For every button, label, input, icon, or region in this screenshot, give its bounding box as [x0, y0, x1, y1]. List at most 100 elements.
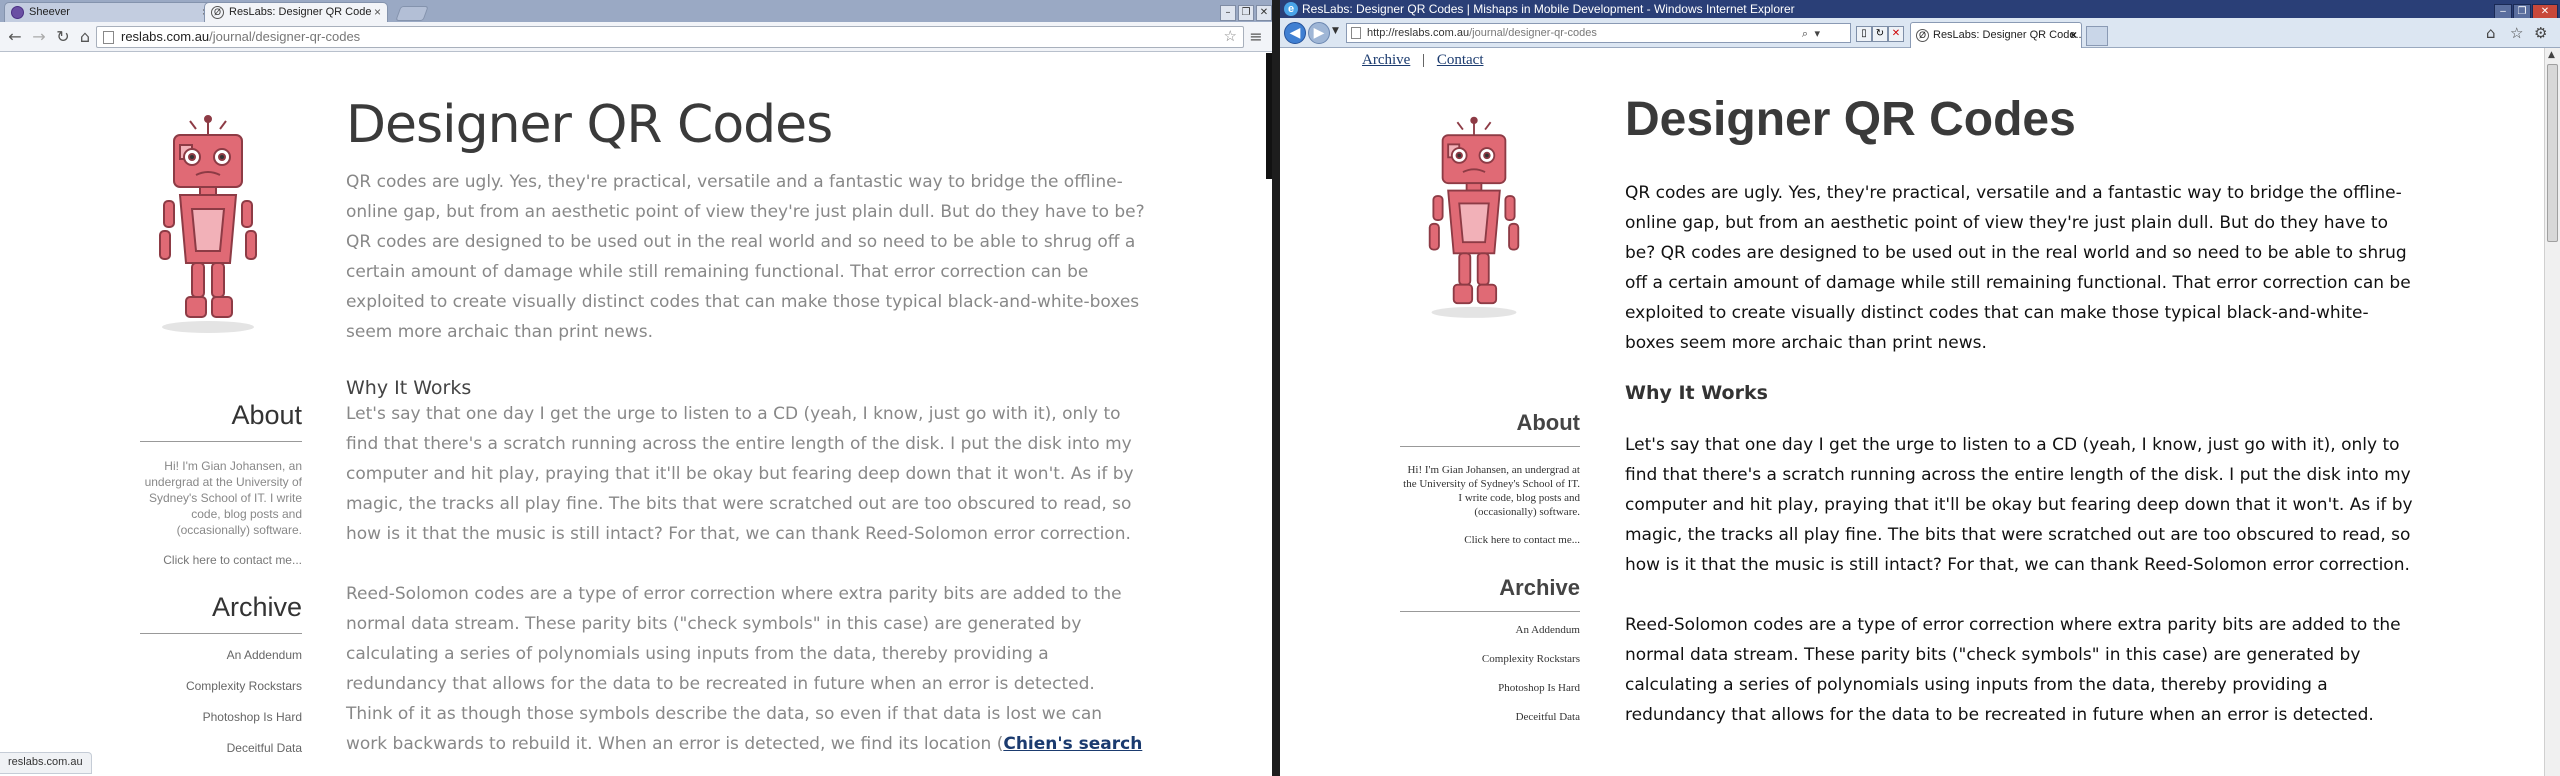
close-window-icon[interactable]: ✕: [1256, 5, 1272, 21]
robot-logo: [159, 115, 257, 333]
chrome-tab-strip: Sheever × Ø ResLabs: Designer QR Code × …: [0, 0, 1272, 22]
sidebar: About Hi! I'm Gian Johansen, an undergra…: [1400, 410, 1580, 732]
nav-contact-link[interactable]: Contact: [1437, 52, 1484, 68]
vertical-scrollbar[interactable]: ▲: [2544, 48, 2560, 776]
archive-heading: Archive: [1400, 575, 1580, 612]
reslabs-favicon-icon: Ø: [211, 6, 224, 19]
tab-title: Sheever: [29, 6, 70, 18]
forward-arrow-icon[interactable]: ▶: [1308, 22, 1330, 44]
archive-item[interactable]: An Addendum: [1400, 616, 1580, 645]
twitch-favicon-icon: [11, 6, 24, 19]
ie-logo-icon: e: [1284, 2, 1298, 16]
menu-icon[interactable]: ≡: [1246, 27, 1266, 47]
tab-reslabs[interactable]: Ø ResLabs: Designer QR Code ×: [204, 2, 388, 22]
reload-icon[interactable]: ↻: [52, 27, 74, 47]
address-bar[interactable]: reslabs.com.au/journal/designer-qr-codes…: [96, 26, 1244, 48]
tab-title: ResLabs: Designer QR Code...: [1933, 29, 2082, 41]
nav-archive-link[interactable]: Archive: [1362, 52, 1410, 68]
article-paragraph: Let's say that one day I get the urge to…: [346, 404, 1134, 544]
tab-sheever[interactable]: Sheever ×: [4, 2, 216, 22]
archive-item[interactable]: Deceitful Data: [1400, 703, 1580, 732]
scroll-up-icon[interactable]: ▲: [2548, 50, 2555, 60]
reslabs-favicon-icon: Ø: [1916, 29, 1929, 42]
close-window-icon[interactable]: ✕: [2532, 4, 2558, 19]
status-bubble: reslabs.com.au: [0, 752, 92, 774]
archive-item[interactable]: An Addendum: [140, 640, 302, 671]
article-title: Designer QR Codes: [346, 95, 833, 155]
ie-window: e ResLabs: Designer QR Codes | Mishaps i…: [1280, 0, 2560, 776]
refresh-icon[interactable]: ↻: [1872, 26, 1888, 42]
chrome-page: About Hi! I'm Gian Johansen, an undergra…: [0, 53, 1272, 776]
minimize-icon[interactable]: –: [1220, 5, 1236, 21]
archive-list: An Addendum Complexity Rockstars Photosh…: [140, 640, 302, 764]
close-tab-icon[interactable]: ×: [374, 5, 381, 19]
stop-icon[interactable]: ✕: [1888, 26, 1904, 42]
archive-item[interactable]: Complexity Rockstars: [140, 671, 302, 702]
robot-logo: [1428, 116, 1520, 318]
site-nav: Archive | Contact: [1362, 52, 1483, 69]
tab-title: ResLabs: Designer QR Code: [229, 6, 372, 18]
contact-link[interactable]: Click here to contact me...: [1400, 533, 1580, 547]
new-tab-button[interactable]: [395, 6, 429, 21]
archive-item[interactable]: Complexity Rockstars: [1400, 645, 1580, 674]
url-path: /journal/designer-qr-codes: [209, 29, 361, 44]
article-title: Designer QR Codes: [1625, 93, 2076, 146]
article-paragraph: Reed-Solomon codes are a type of error c…: [346, 579, 1146, 759]
dropdown-icon[interactable]: ▾: [1814, 25, 1820, 43]
scrollbar-thumb[interactable]: [2547, 64, 2558, 242]
url-domain: http://reslabs.com.au: [1367, 27, 1470, 39]
archive-item[interactable]: Deceitful Data: [140, 733, 302, 764]
back-arrow-icon[interactable]: ←: [4, 27, 26, 47]
why-it-works-heading: Why It Works: [346, 377, 472, 399]
article: Designer QR Codes QR codes are ugly. Yes…: [346, 95, 1146, 759]
about-heading: About: [1400, 410, 1580, 447]
chrome-toolbar: ← → ↻ ⌂ reslabs.com.au/journal/designer-…: [0, 22, 1272, 52]
screenshot: Sheever × Ø ResLabs: Designer QR Code × …: [0, 0, 2560, 776]
window-divider: [1272, 0, 1280, 776]
close-tab-icon[interactable]: ×: [2070, 23, 2077, 47]
home-icon[interactable]: ⌂: [74, 27, 96, 47]
window-title: ResLabs: Designer QR Codes | Mishaps in …: [1302, 2, 1795, 16]
new-tab-button[interactable]: [2086, 26, 2108, 46]
archive-item[interactable]: Photoshop Is Hard: [140, 702, 302, 733]
gear-icon[interactable]: ⚙: [2534, 24, 2547, 42]
article-intro: QR codes are ugly. Yes, they're practica…: [1625, 183, 2411, 353]
archive-heading: Archive: [140, 592, 302, 634]
page-icon: [103, 31, 114, 44]
back-arrow-icon[interactable]: ◀: [1284, 22, 1306, 44]
about-heading: About: [140, 400, 302, 442]
reed-solomon-text: Reed-Solomon codes are a type of error c…: [346, 584, 1122, 754]
contact-link[interactable]: Click here to contact me...: [140, 552, 302, 568]
chiens-search-link[interactable]: Chien's search: [1003, 734, 1142, 754]
history-dropdown-icon[interactable]: ▼: [1332, 26, 1339, 36]
about-text: Hi! I'm Gian Johansen, an undergrad at t…: [1403, 464, 1580, 518]
archive-item[interactable]: Photoshop Is Hard: [1400, 674, 1580, 703]
ie-title-bar: e ResLabs: Designer QR Codes | Mishaps i…: [1280, 0, 2560, 19]
address-bar[interactable]: http://reslabs.com.au/journal/designer-q…: [1346, 23, 1851, 43]
compatibility-icon[interactable]: ▯: [1856, 26, 1872, 42]
url-domain: reslabs.com.au: [121, 29, 210, 44]
forward-arrow-icon[interactable]: →: [28, 27, 50, 47]
page-icon: [1351, 27, 1361, 39]
home-icon[interactable]: ⌂: [2486, 24, 2496, 42]
tab-reslabs[interactable]: Ø ResLabs: Designer QR Code... ×: [1910, 22, 2082, 48]
favorites-star-icon[interactable]: ☆: [2510, 24, 2523, 42]
ie-navigation-bar: ◀ ▶ ▼ http://reslabs.com.au/journal/desi…: [1280, 18, 2560, 48]
article: Designer QR Codes QR codes are ugly. Yes…: [1625, 92, 2417, 730]
about-text: Hi! I'm Gian Johansen, an undergrad at t…: [144, 459, 302, 537]
article-intro: QR codes are ugly. Yes, they're practica…: [346, 172, 1145, 342]
article-paragraph: Reed-Solomon codes are a type of error c…: [1625, 615, 2401, 725]
ie-page: Archive | Contact About Hi! I'm Gian Joh…: [1280, 48, 2544, 776]
why-it-works-heading: Why It Works: [1625, 382, 1768, 404]
minimize-icon[interactable]: –: [2494, 4, 2512, 19]
article-paragraph: Let's say that one day I get the urge to…: [1625, 435, 2413, 575]
chrome-window: Sheever × Ø ResLabs: Designer QR Code × …: [0, 0, 1272, 776]
bookmark-star-icon[interactable]: ☆: [1224, 27, 1237, 47]
search-icon[interactable]: ⌕: [1802, 25, 1808, 43]
url-path: /journal/designer-qr-codes: [1469, 27, 1597, 39]
restore-icon[interactable]: ❐: [1238, 5, 1254, 21]
sidebar: About Hi! I'm Gian Johansen, an undergra…: [140, 400, 302, 764]
window-controls: – ❐ ✕: [2493, 1, 2558, 19]
archive-list: An Addendum Complexity Rockstars Photosh…: [1400, 616, 1580, 732]
restore-icon[interactable]: ❐: [2513, 4, 2531, 19]
